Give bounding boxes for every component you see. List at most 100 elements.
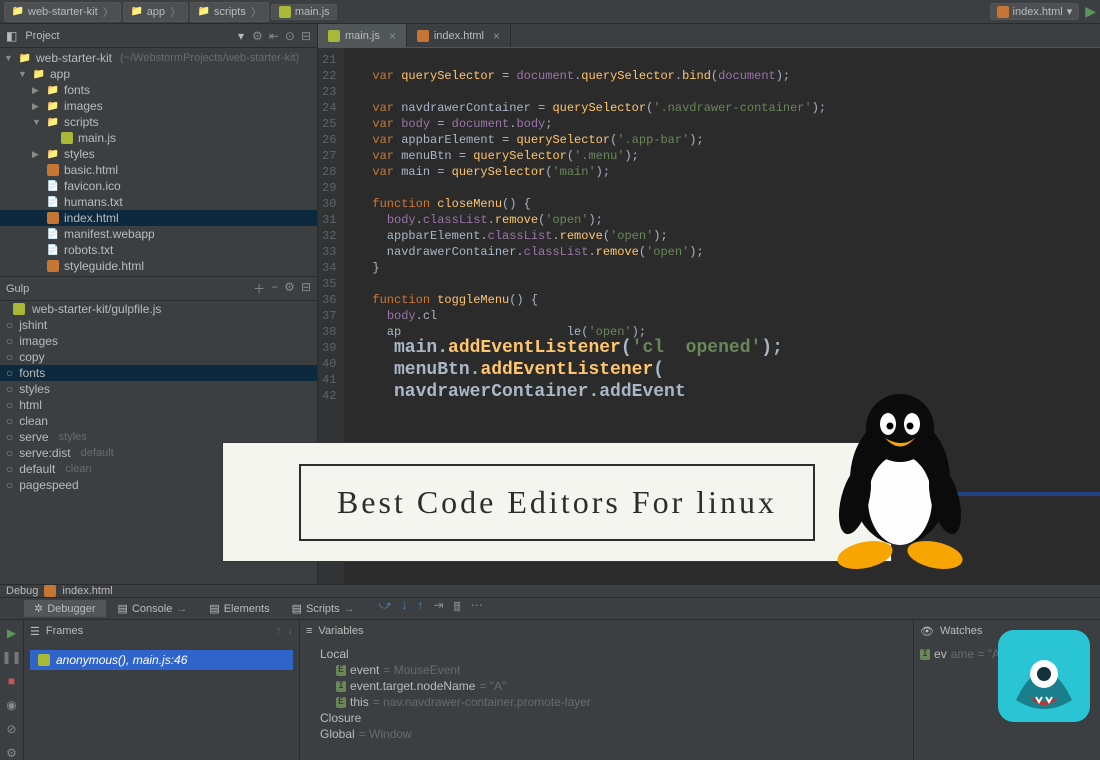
tab-debugger[interactable]: ✲ Debugger bbox=[24, 600, 106, 617]
tree-row[interactable]: scripts bbox=[0, 114, 317, 130]
folder-icon bbox=[11, 6, 25, 17]
breadcrumb-item[interactable]: app 〉 bbox=[123, 2, 188, 22]
add-icon[interactable]: ＋ bbox=[253, 280, 265, 297]
html-file-icon bbox=[417, 30, 429, 42]
js-file-icon bbox=[328, 30, 340, 42]
tree-label: fonts bbox=[64, 83, 90, 97]
gulp-task-row[interactable]: ○html bbox=[0, 397, 317, 413]
breadcrumb-item[interactable]: scripts 〉 bbox=[190, 2, 269, 22]
stop-button[interactable]: ■ bbox=[8, 674, 15, 688]
more-icon[interactable]: ⋯ bbox=[471, 598, 483, 619]
hide-icon[interactable]: ⊟ bbox=[301, 280, 311, 297]
tree-row[interactable]: manifest.webapp bbox=[0, 226, 317, 242]
banner-overlay: Best Code Editors For linux bbox=[222, 442, 892, 562]
breadcrumb-item[interactable]: web-starter-kit 〉 bbox=[4, 2, 121, 22]
tab-label: index.html bbox=[434, 30, 484, 42]
editor-tab[interactable]: main.js × bbox=[318, 24, 407, 47]
gulp-task-row[interactable]: ○copy bbox=[0, 349, 317, 365]
tree-label: humans.txt bbox=[64, 195, 123, 209]
debug-tab-bar: ✲ Debugger ▤ Console → ▤ Elements ▤ Scri… bbox=[0, 597, 1100, 620]
file-icon bbox=[46, 245, 60, 256]
gulp-task-label: clean bbox=[19, 414, 48, 428]
tab-scripts[interactable]: ▤ Scripts → bbox=[282, 600, 365, 617]
variable-row[interactable]: Local bbox=[306, 646, 907, 662]
project-tool-icon[interactable]: ◧ bbox=[6, 29, 17, 43]
gulp-task-label: images bbox=[19, 334, 58, 348]
tree-row[interactable]: index.html bbox=[0, 210, 317, 226]
settings-icon[interactable]: ⚙ bbox=[6, 746, 17, 760]
gear-icon[interactable]: ⚙ bbox=[252, 29, 263, 43]
breadcrumb-label: main.js bbox=[295, 6, 330, 18]
variable-row[interactable]: Global = Window bbox=[306, 726, 907, 742]
chevron-right-icon: → bbox=[344, 603, 355, 615]
gulp-task-row[interactable]: ○images bbox=[0, 333, 317, 349]
frame-row[interactable]: anonymous(), main.js:46 bbox=[30, 650, 293, 670]
tab-elements[interactable]: ▤ Elements bbox=[199, 600, 279, 617]
tab-console[interactable]: ▤ Console → bbox=[108, 600, 198, 617]
gear-icon[interactable]: ⚙ bbox=[284, 280, 295, 297]
bullet-icon: ○ bbox=[6, 350, 13, 364]
run-button[interactable]: ▶ bbox=[1085, 3, 1096, 20]
variable-name: event.target.nodeName bbox=[350, 679, 475, 693]
tree-row[interactable]: web-starter-kit(~/WebstormProjects/web-s… bbox=[0, 50, 317, 66]
bullet-icon: ○ bbox=[6, 446, 13, 460]
gulp-task-row[interactable]: ○jshint bbox=[0, 317, 317, 333]
variable-row[interactable]: Ethis = nav.navdrawer-container.promote-… bbox=[306, 694, 907, 710]
pause-button[interactable]: ❚❚ bbox=[1, 650, 21, 664]
js-file-icon bbox=[61, 132, 73, 144]
step-into-icon[interactable]: ↓ bbox=[401, 598, 407, 619]
run-to-cursor-icon[interactable]: ⇥ bbox=[433, 598, 443, 619]
chevron-down-icon[interactable]: ▾ bbox=[238, 29, 244, 43]
tree-row[interactable]: fonts bbox=[0, 82, 317, 98]
breadcrumb-label: app bbox=[147, 6, 165, 18]
tree-row[interactable]: favicon.ico bbox=[0, 178, 317, 194]
debug-title-bar: Debug index.html bbox=[0, 585, 1100, 597]
variable-row[interactable]: Ievent.target.nodeName = "A" bbox=[306, 678, 907, 694]
file-icon bbox=[46, 181, 60, 192]
editor-tab[interactable]: index.html × bbox=[407, 24, 511, 47]
next-frame-icon[interactable]: ↓ bbox=[288, 625, 294, 637]
gulp-task-row[interactable]: ○fonts bbox=[0, 365, 317, 381]
folder-icon bbox=[130, 6, 144, 17]
step-out-icon[interactable]: ↑ bbox=[417, 598, 423, 619]
resume-button[interactable]: ▶ bbox=[7, 626, 16, 640]
evaluate-icon[interactable]: 🖩 bbox=[454, 598, 461, 619]
watches-title: Watches bbox=[940, 625, 982, 637]
folder-icon bbox=[46, 149, 60, 160]
collapse-icon[interactable]: ⇤ bbox=[269, 29, 279, 43]
gulp-task-hint: default bbox=[81, 447, 114, 459]
tree-row[interactable]: styleguide.html bbox=[0, 258, 317, 274]
chevron-right-icon: 〉 bbox=[251, 4, 262, 20]
variable-row[interactable]: Closure bbox=[306, 710, 907, 726]
view-breakpoints-icon[interactable]: ◉ bbox=[6, 698, 16, 712]
editor-tab-bar: main.js × index.html × bbox=[318, 24, 1100, 48]
html-file-icon bbox=[44, 585, 56, 597]
hide-icon[interactable]: ⊟ bbox=[301, 29, 311, 43]
tree-row[interactable]: app bbox=[0, 66, 317, 82]
variable-value: = "A" bbox=[479, 679, 506, 693]
run-config-dropdown[interactable]: index.html ▾ bbox=[990, 3, 1080, 20]
tree-row[interactable]: robots.txt bbox=[0, 242, 317, 258]
step-over-icon[interactable]: ⤻ bbox=[379, 598, 392, 619]
locate-icon[interactable]: ⊙ bbox=[285, 29, 295, 43]
debug-file: index.html bbox=[62, 585, 112, 597]
close-icon[interactable]: × bbox=[389, 29, 396, 43]
breadcrumb-item[interactable]: main.js bbox=[271, 4, 337, 20]
tree-row[interactable]: images bbox=[0, 98, 317, 114]
js-file-icon bbox=[13, 303, 25, 315]
minus-icon[interactable]: − bbox=[271, 280, 278, 297]
gulp-task-row[interactable]: ○clean bbox=[0, 413, 317, 429]
prev-frame-icon[interactable]: ↑ bbox=[276, 625, 282, 637]
tree-row[interactable]: main.js bbox=[0, 130, 317, 146]
folder-icon bbox=[18, 53, 32, 64]
close-icon[interactable]: × bbox=[493, 29, 500, 43]
tree-row[interactable]: basic.html bbox=[0, 162, 317, 178]
gulp-task-row[interactable]: ○styles bbox=[0, 381, 317, 397]
bullet-icon: ○ bbox=[6, 318, 13, 332]
var-badge-icon: I bbox=[920, 649, 930, 660]
tree-row[interactable]: humans.txt bbox=[0, 194, 317, 210]
gulp-file-row[interactable]: web-starter-kit/gulpfile.js bbox=[0, 301, 317, 317]
variable-row[interactable]: Eevent = MouseEvent bbox=[306, 662, 907, 678]
project-tree[interactable]: web-starter-kit(~/WebstormProjects/web-s… bbox=[0, 48, 317, 276]
tree-row[interactable]: styles bbox=[0, 146, 317, 162]
